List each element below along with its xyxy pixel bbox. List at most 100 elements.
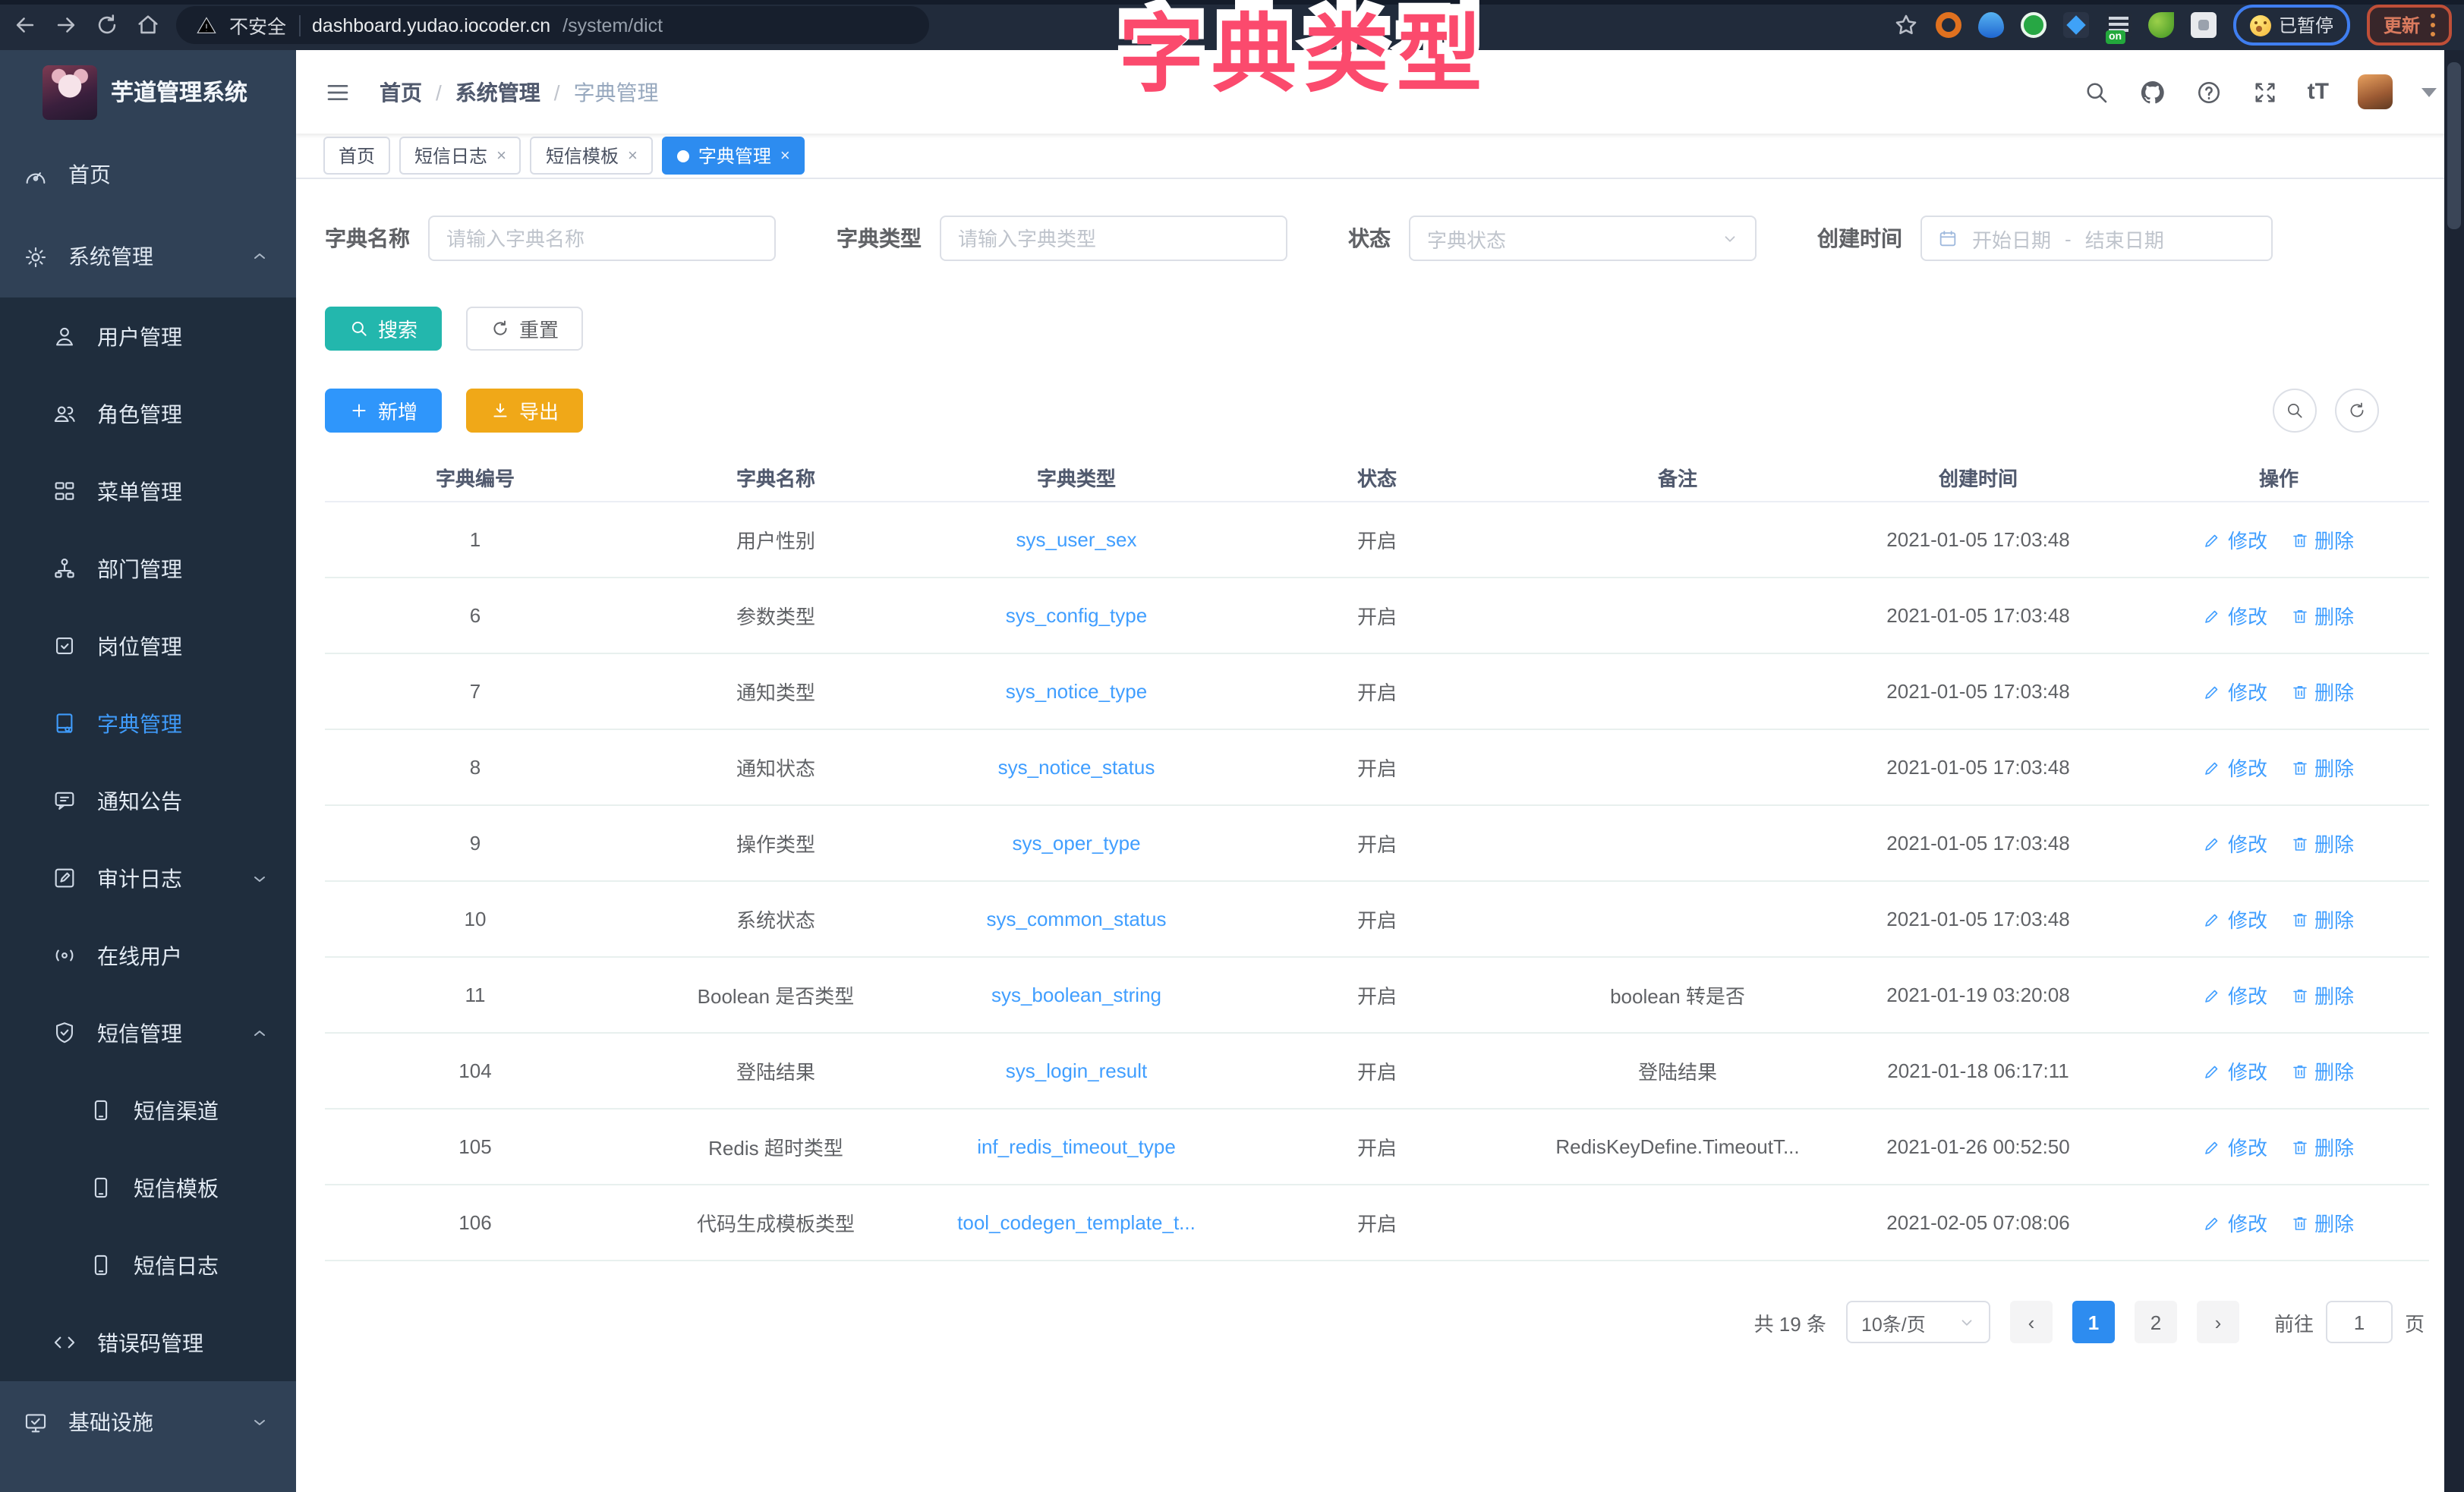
forward-icon[interactable]: [53, 12, 79, 38]
dict-type-link[interactable]: sys_login_result: [926, 1059, 1227, 1082]
search-icon[interactable]: [2083, 78, 2110, 105]
toggle-search-button[interactable]: [2273, 389, 2317, 433]
delete-link[interactable]: 删除: [2290, 601, 2354, 630]
delete-link[interactable]: 删除: [2290, 1056, 2354, 1085]
sidebar-item-sms-management[interactable]: 短信管理: [0, 994, 296, 1072]
reset-button[interactable]: 重置: [466, 307, 583, 351]
edit-link[interactable]: 修改: [2204, 1056, 2267, 1085]
dict-type-link[interactable]: sys_oper_type: [926, 832, 1227, 855]
delete-link[interactable]: 删除: [2290, 1132, 2354, 1161]
tab-sms-template[interactable]: 短信模板×: [531, 137, 653, 175]
edit-link[interactable]: 修改: [2204, 829, 2267, 858]
sidebar-item-user-management[interactable]: 用户管理: [0, 297, 296, 375]
scrollbar-thumb[interactable]: [2447, 62, 2461, 229]
address-bar[interactable]: 不安全 dashboard.yudao.iocoder.cn/system/di…: [176, 6, 929, 44]
extension-gem-icon[interactable]: [1978, 12, 2004, 38]
chrome-update-button[interactable]: 更新: [2367, 5, 2452, 46]
page-size-select[interactable]: 10条/页: [1846, 1301, 1990, 1343]
tab-home[interactable]: 首页: [323, 137, 390, 175]
sidebar-item-role-management[interactable]: 角色管理: [0, 375, 296, 452]
profile-paused-chip[interactable]: 已暂停: [2233, 5, 2350, 46]
delete-link[interactable]: 删除: [2290, 829, 2354, 858]
extension-list-icon[interactable]: on: [2106, 12, 2132, 38]
extensions-puzzle-icon[interactable]: [2191, 12, 2217, 38]
extension-green-icon[interactable]: [2021, 12, 2047, 38]
sidebar-item-announcement[interactable]: 通知公告: [0, 762, 296, 839]
bookmark-star-icon[interactable]: [1893, 12, 1919, 38]
add-button[interactable]: 新增: [325, 389, 442, 433]
delete-link[interactable]: 删除: [2290, 905, 2354, 933]
browser-menu-icon[interactable]: [2431, 14, 2435, 36]
sidebar-item-system-management[interactable]: 系统管理: [0, 216, 296, 297]
dict-type-link[interactable]: inf_redis_timeout_type: [926, 1135, 1227, 1158]
back-icon[interactable]: [12, 12, 38, 38]
dict-name-input[interactable]: [428, 216, 776, 261]
github-icon[interactable]: [2139, 78, 2166, 105]
edit-link[interactable]: 修改: [2204, 1132, 2267, 1161]
sidebar-item-infrastructure[interactable]: 基础设施: [0, 1381, 296, 1463]
edit-link[interactable]: 修改: [2204, 525, 2267, 554]
prev-page-button[interactable]: ‹: [2010, 1301, 2053, 1343]
dict-type-link[interactable]: sys_user_sex: [926, 528, 1227, 551]
help-icon[interactable]: [2195, 78, 2223, 105]
sidebar-item-error-code[interactable]: 错误码管理: [0, 1304, 296, 1381]
search-button[interactable]: 搜索: [325, 307, 442, 351]
dict-type-link[interactable]: sys_common_status: [926, 908, 1227, 930]
sidebar-item-audit-log[interactable]: 审计日志: [0, 839, 296, 917]
date-range-picker[interactable]: 开始日期 - 结束日期: [1920, 216, 2273, 261]
page-button-2[interactable]: 2: [2135, 1301, 2177, 1343]
goto-page-input[interactable]: [2326, 1301, 2393, 1343]
dict-type-link[interactable]: sys_notice_type: [926, 680, 1227, 703]
dict-type-link[interactable]: sys_config_type: [926, 604, 1227, 627]
delete-link[interactable]: 删除: [2290, 981, 2354, 1009]
page-button-1[interactable]: 1: [2072, 1301, 2115, 1343]
edit-link[interactable]: 修改: [2204, 1208, 2267, 1237]
sidebar-item-online-users[interactable]: 在线用户: [0, 917, 296, 994]
delete-link[interactable]: 删除: [2290, 753, 2354, 782]
edit-link[interactable]: 修改: [2204, 677, 2267, 706]
breadcrumb-system[interactable]: 系统管理: [455, 77, 540, 107]
edit-link[interactable]: 修改: [2204, 601, 2267, 630]
dict-type-input[interactable]: [940, 216, 1287, 261]
sidebar-item-sms-log[interactable]: 短信日志: [0, 1226, 296, 1304]
delete-link[interactable]: 删除: [2290, 525, 2354, 554]
sidebar-item-sms-template[interactable]: 短信模板: [0, 1149, 296, 1226]
tab-sms-log[interactable]: 短信日志×: [399, 137, 521, 175]
edit-link[interactable]: 修改: [2204, 753, 2267, 782]
sidebar-item-menu-management[interactable]: 菜单管理: [0, 452, 296, 530]
sidebar-item-sms-channel[interactable]: 短信渠道: [0, 1072, 296, 1149]
dict-type-link[interactable]: tool_codegen_template_t...: [926, 1211, 1227, 1234]
user-avatar[interactable]: [2358, 74, 2393, 109]
dict-type-link[interactable]: sys_boolean_string: [926, 984, 1227, 1006]
delete-link[interactable]: 删除: [2290, 677, 2354, 706]
breadcrumb-home[interactable]: 首页: [380, 77, 422, 107]
edit-link[interactable]: 修改: [2204, 905, 2267, 933]
table-header: 字典编号 字典名称 字典类型 状态 备注 创建时间 操作: [325, 454, 2429, 502]
sidebar-item-dict-management[interactable]: 字典管理: [0, 685, 296, 762]
next-page-button[interactable]: ›: [2197, 1301, 2239, 1343]
browser-scrollbar[interactable]: [2444, 50, 2464, 1492]
sidebar-item-post-management[interactable]: 岗位管理: [0, 607, 296, 685]
close-icon[interactable]: ×: [496, 146, 506, 165]
close-icon[interactable]: ×: [780, 146, 790, 165]
edit-link[interactable]: 修改: [2204, 981, 2267, 1009]
delete-link[interactable]: 删除: [2290, 1208, 2354, 1237]
tab-dict-management[interactable]: 字典管理×: [662, 137, 805, 175]
close-icon[interactable]: ×: [628, 146, 638, 165]
avatar-caret-icon[interactable]: [2421, 87, 2437, 96]
sidebar-item-department-management[interactable]: 部门管理: [0, 530, 296, 607]
home-icon[interactable]: [135, 12, 161, 38]
dict-type-link[interactable]: sys_notice_status: [926, 756, 1227, 779]
refresh-button[interactable]: [2335, 389, 2379, 433]
extension-pixel-icon[interactable]: [2063, 12, 2089, 38]
extension-leaf-icon[interactable]: [2148, 12, 2174, 38]
status-select[interactable]: 字典状态: [1409, 216, 1757, 261]
font-size-icon[interactable]: tT: [2308, 78, 2329, 105]
export-button[interactable]: 导出: [466, 389, 583, 433]
sidebar-item-home[interactable]: 首页: [0, 134, 296, 216]
reload-icon[interactable]: [94, 12, 120, 38]
hamburger-menu-icon[interactable]: [323, 80, 352, 103]
extension-adblock-icon[interactable]: [1936, 12, 1961, 38]
fullscreen-icon[interactable]: [2251, 78, 2279, 105]
dashboard-icon: [23, 162, 49, 187]
